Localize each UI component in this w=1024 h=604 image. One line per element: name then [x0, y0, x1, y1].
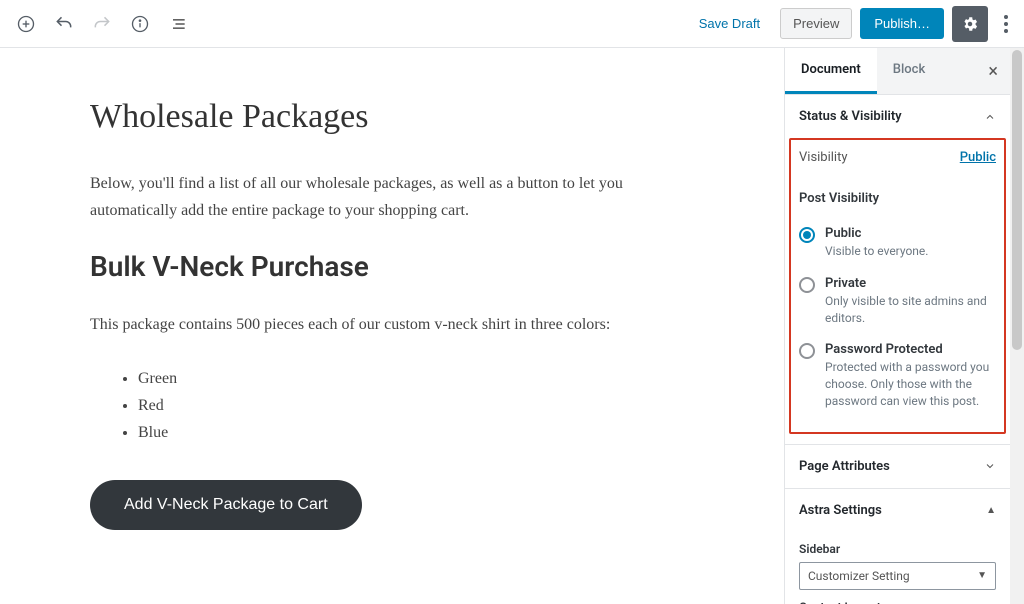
visibility-value-link[interactable]: Public [960, 150, 996, 165]
chevron-up-icon [984, 111, 996, 123]
panel-page-attributes: Page Attributes [785, 445, 1010, 489]
panel-toggle-status[interactable]: Status & Visibility [785, 95, 1010, 138]
redo-button[interactable] [84, 6, 120, 42]
tab-block[interactable]: Block [877, 48, 941, 94]
list-item[interactable]: Green [138, 365, 694, 392]
save-draft-button[interactable]: Save Draft [687, 8, 772, 39]
panel-toggle-page-attributes[interactable]: Page Attributes [785, 445, 1010, 488]
section-heading[interactable]: Bulk V-Neck Purchase [90, 250, 694, 283]
add-block-button[interactable] [8, 6, 44, 42]
sidebar-scrollbar[interactable] [1010, 48, 1024, 604]
topbar-left [8, 6, 196, 42]
tab-document[interactable]: Document [785, 48, 877, 94]
intro-paragraph[interactable]: Below, you'll find a list of all our who… [90, 170, 694, 224]
list-item[interactable]: Blue [138, 419, 694, 446]
option-label: Password Protected [825, 342, 996, 357]
list-item[interactable]: Red [138, 392, 694, 419]
visibility-option-public[interactable]: Public Visible to everyone. [799, 218, 996, 268]
editor-canvas[interactable]: Wholesale Packages Below, you'll find a … [0, 48, 784, 604]
panel-astra-settings: Astra Settings Sidebar Customizer Settin… [785, 489, 1010, 604]
close-sidebar-button[interactable]: × [976, 61, 1010, 82]
sidebar-field-label: Sidebar [799, 542, 996, 556]
caret-down-icon [977, 570, 987, 581]
settings-sidebar: Document Block × Status & Visibility Vis… [784, 48, 1024, 604]
sidebar-select[interactable]: Customizer Setting [799, 562, 996, 590]
option-label: Public [825, 226, 996, 241]
post-visibility-title: Post Visibility [799, 191, 996, 206]
option-desc: Visible to everyone. [825, 243, 996, 260]
color-list[interactable]: Green Red Blue [138, 365, 694, 447]
scrollbar-thumb[interactable] [1012, 50, 1022, 350]
radio-icon [799, 343, 815, 359]
panel-title: Status & Visibility [799, 109, 902, 124]
visibility-option-private[interactable]: Private Only visible to site admins and … [799, 268, 996, 335]
preview-button[interactable]: Preview [780, 8, 852, 39]
radio-icon [799, 277, 815, 293]
content-info-button[interactable] [122, 6, 158, 42]
block-navigation-button[interactable] [160, 6, 196, 42]
add-to-cart-button[interactable]: Add V-Neck Package to Cart [90, 480, 362, 530]
option-label: Private [825, 276, 996, 291]
visibility-label: Visibility [799, 150, 848, 165]
more-menu-button[interactable] [996, 7, 1016, 41]
section-paragraph[interactable]: This package contains 500 pieces each of… [90, 311, 694, 338]
radio-icon [799, 227, 815, 243]
panel-toggle-astra[interactable]: Astra Settings [785, 489, 1010, 532]
page-title[interactable]: Wholesale Packages [90, 98, 694, 136]
caret-up-icon [986, 505, 996, 516]
option-desc: Protected with a password you choose. On… [825, 359, 996, 409]
editor-topbar: Save Draft Preview Publish… [0, 0, 1024, 48]
chevron-down-icon [984, 460, 996, 472]
panel-title: Page Attributes [799, 459, 890, 474]
option-desc: Only visible to site admins and editors. [825, 293, 996, 327]
select-value: Customizer Setting [808, 569, 910, 583]
settings-toggle-button[interactable] [952, 6, 988, 42]
sidebar-tabs: Document Block × [785, 48, 1010, 95]
visibility-highlight: Visibility Public Post Visibility Public… [789, 138, 1006, 434]
visibility-row: Visibility Public [799, 146, 996, 179]
content-layout-label: Content Layout [799, 600, 996, 604]
undo-button[interactable] [46, 6, 82, 42]
panel-title: Astra Settings [799, 503, 882, 518]
visibility-option-password[interactable]: Password Protected Protected with a pass… [799, 334, 996, 417]
panel-status-visibility: Status & Visibility Visibility Public Po… [785, 95, 1010, 445]
publish-button[interactable]: Publish… [860, 8, 944, 39]
topbar-right: Save Draft Preview Publish… [687, 6, 1016, 42]
